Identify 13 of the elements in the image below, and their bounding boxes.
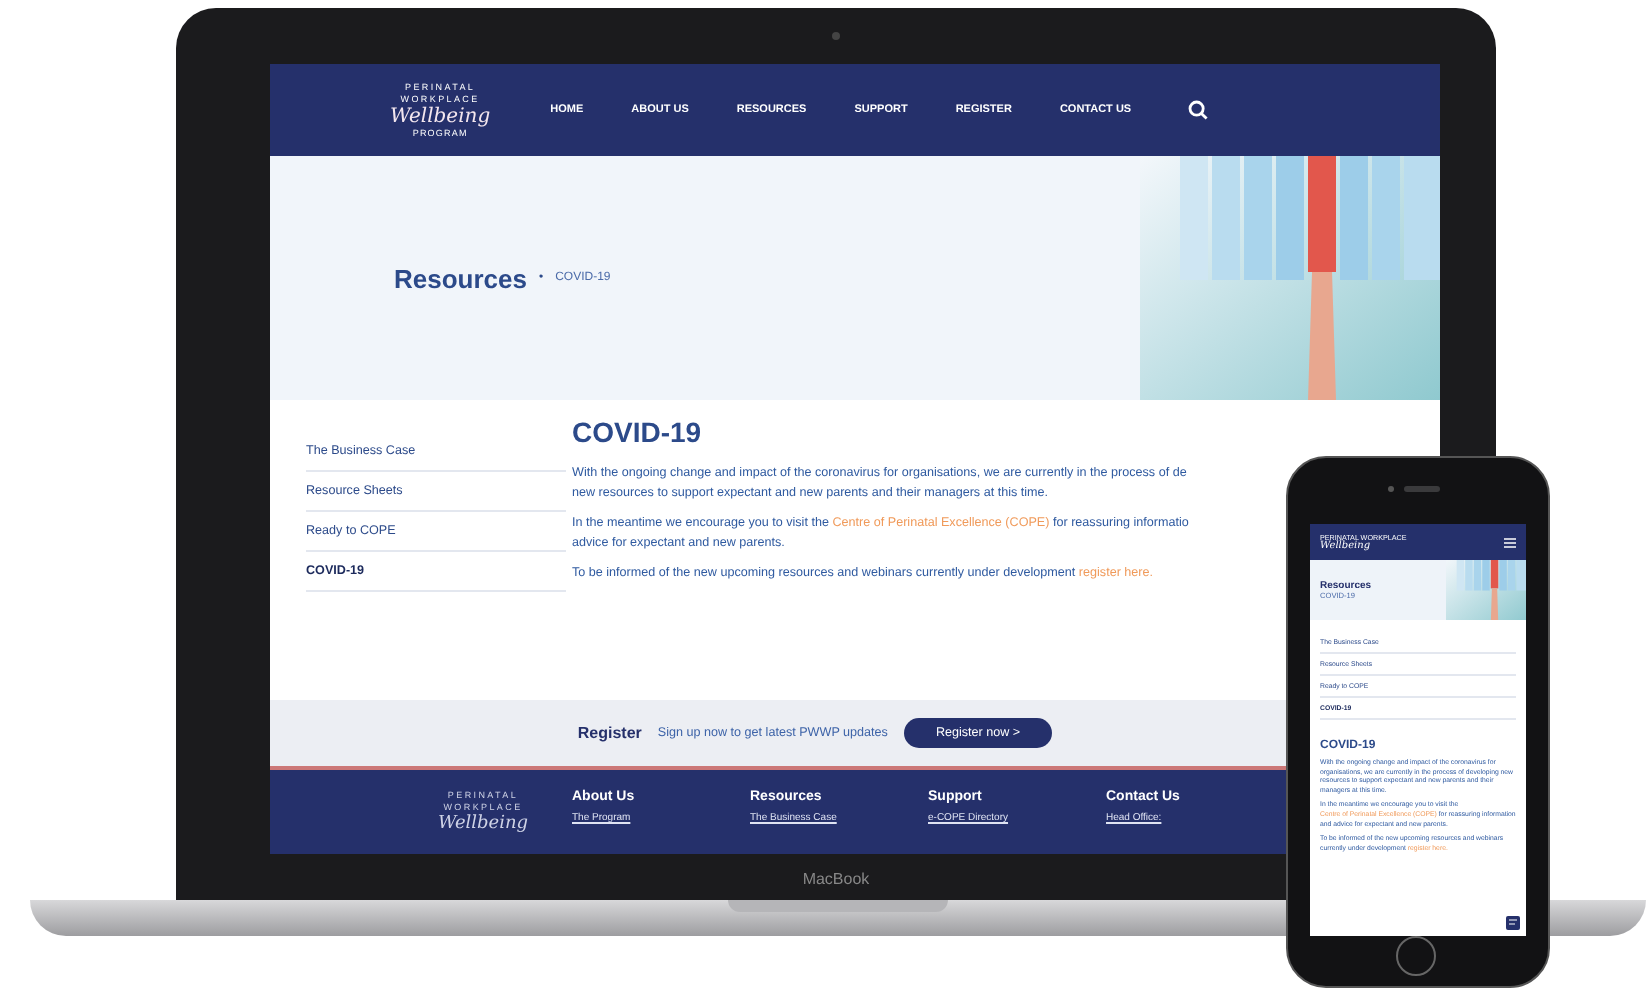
menu-icon[interactable] bbox=[1504, 537, 1516, 547]
speaker-icon bbox=[1404, 486, 1440, 492]
logo-text[interactable]: Wellbeing bbox=[390, 106, 491, 128]
device-label: MacBook bbox=[802, 870, 870, 888]
search-icon[interactable] bbox=[1187, 100, 1208, 120]
camera-icon bbox=[1388, 486, 1394, 492]
page-title: Resources bbox=[394, 263, 527, 293]
home-button[interactable] bbox=[1396, 936, 1436, 976]
logo-text[interactable]: Wellbeing bbox=[437, 814, 529, 834]
register-label: Register bbox=[577, 724, 642, 742]
article-heading: COVID-19 bbox=[572, 416, 704, 448]
camera-icon bbox=[832, 32, 840, 40]
chat-icon[interactable] bbox=[1506, 916, 1520, 930]
